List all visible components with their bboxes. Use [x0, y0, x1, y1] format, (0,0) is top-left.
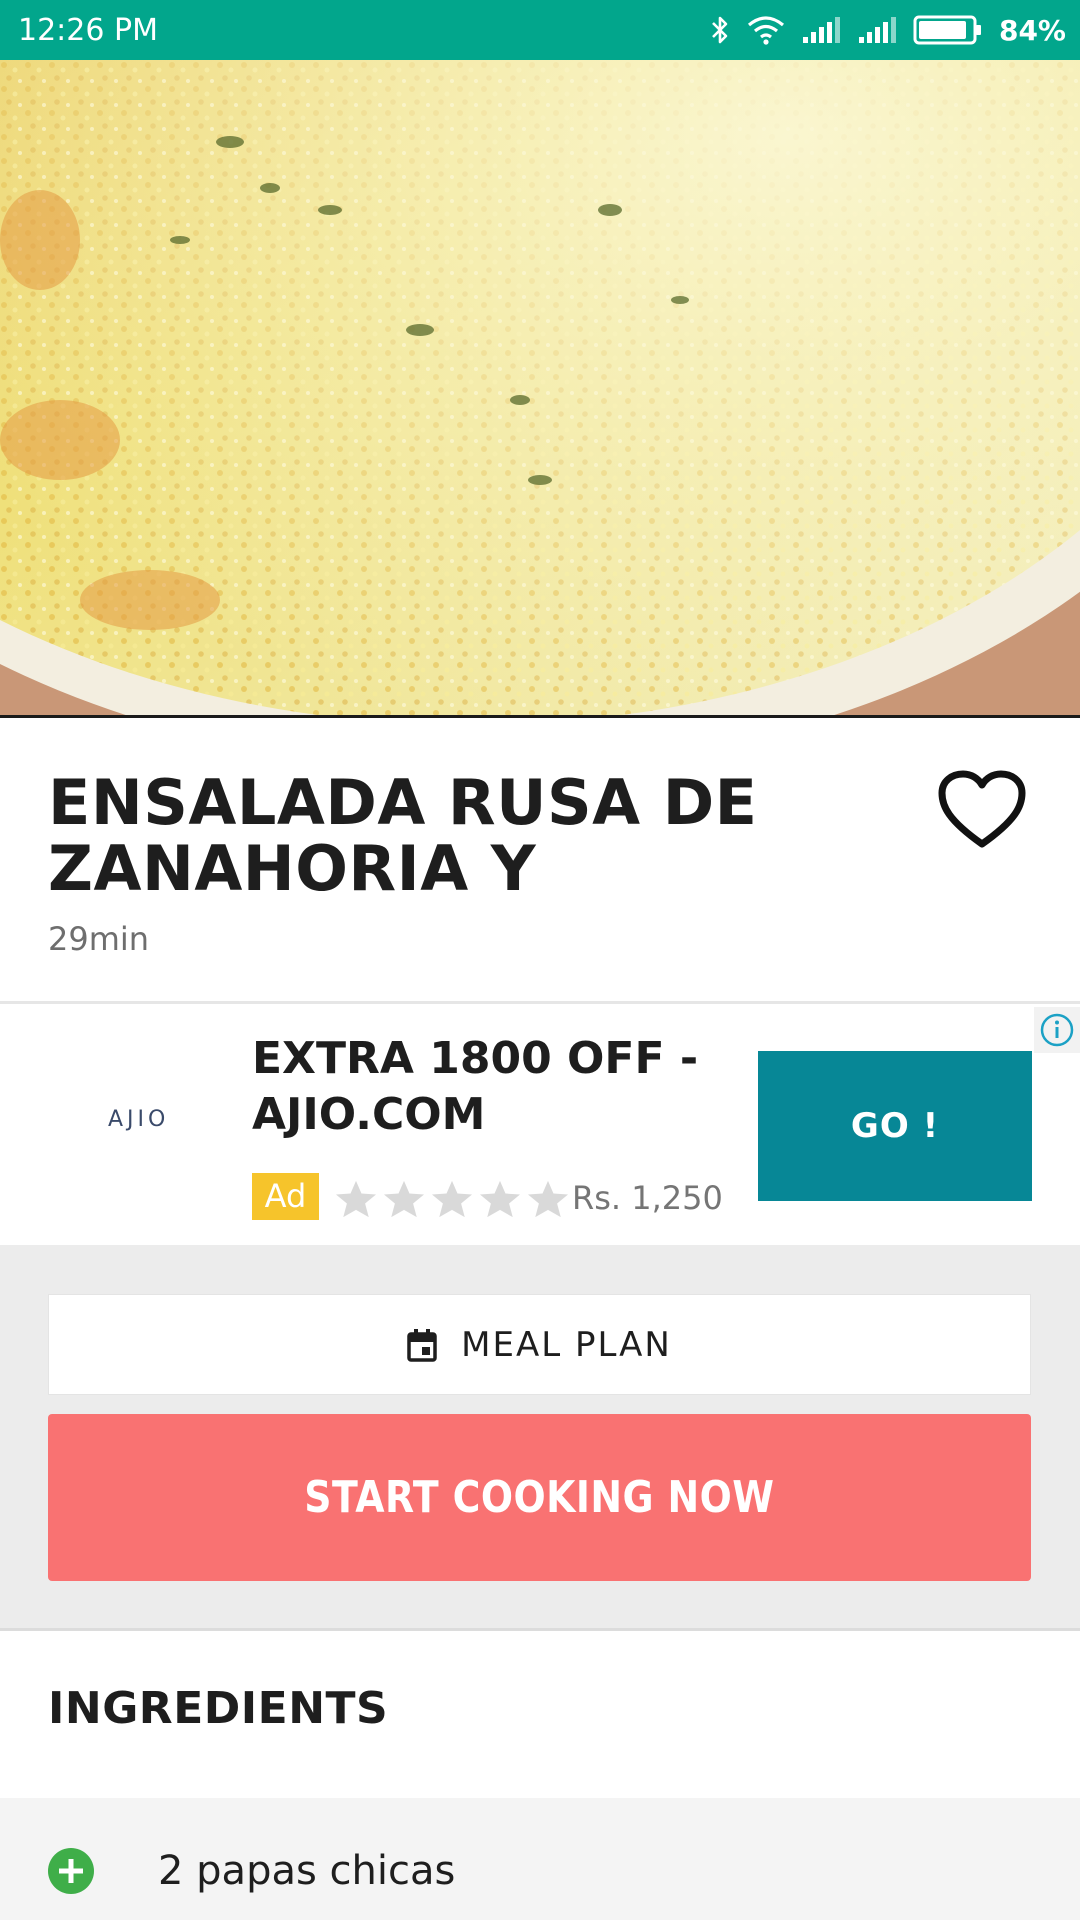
- ad-info-button[interactable]: [1034, 1007, 1080, 1053]
- calendar-icon: [407, 1328, 437, 1362]
- ad-rating: [334, 1179, 570, 1219]
- star-icon: [528, 1180, 568, 1218]
- ad-headline: EXTRA 1800 OFF - AJIO.COM: [252, 1033, 699, 1140]
- add-circle-icon[interactable]: [48, 1848, 94, 1894]
- info-icon: [1040, 1013, 1074, 1047]
- ingredient-item[interactable]: 2 papas chicas: [0, 1798, 1080, 1920]
- recipe-header: ENSALADA RUSA DE ZANAHORIA Y 29min: [0, 720, 1080, 1004]
- start-cooking-label: START COOKING NOW: [304, 1472, 775, 1523]
- recipe-actions: MEAL PLAN START COOKING NOW: [0, 1245, 1080, 1631]
- battery-percent: 84%: [998, 13, 1066, 47]
- battery-icon: [913, 15, 981, 45]
- ad-banner[interactable]: AJIO EXTRA 1800 OFF - AJIO.COM Ad Rs. 1,…: [0, 1007, 1080, 1245]
- star-icon: [384, 1180, 424, 1218]
- star-icon: [336, 1180, 376, 1218]
- ad-badge: Ad: [252, 1173, 319, 1220]
- favorite-button[interactable]: [938, 770, 1026, 852]
- meal-plan-button[interactable]: MEAL PLAN: [48, 1294, 1031, 1395]
- bluetooth-icon: [712, 16, 728, 44]
- heart-outline-icon: [938, 770, 1026, 848]
- ad-go-button[interactable]: GO !: [758, 1051, 1032, 1201]
- signal-icon-2: [858, 17, 896, 43]
- ingredient-text: 2 papas chicas: [158, 1848, 456, 1894]
- ad-price: Rs. 1,250: [572, 1179, 723, 1217]
- food-photo: [0, 60, 1080, 715]
- signal-icon: [802, 17, 840, 43]
- status-icons: 84%: [709, 12, 1066, 48]
- meal-plan-label: MEAL PLAN: [461, 1324, 672, 1365]
- ad-logo: AJIO: [108, 1107, 170, 1132]
- star-icon: [432, 1180, 472, 1218]
- recipe-title: ENSALADA RUSA DE ZANAHORIA Y: [48, 766, 758, 905]
- recipe-time: 29min: [48, 920, 150, 958]
- recipe-hero-image: [0, 60, 1080, 718]
- wifi-icon: [747, 16, 784, 45]
- start-cooking-button[interactable]: START COOKING NOW: [48, 1414, 1031, 1581]
- status-time: 12:26 PM: [18, 13, 158, 48]
- status-bar: 12:26 PM 84%: [0, 0, 1080, 60]
- ingredients-heading: INGREDIENTS: [48, 1683, 389, 1734]
- star-icon: [480, 1180, 520, 1218]
